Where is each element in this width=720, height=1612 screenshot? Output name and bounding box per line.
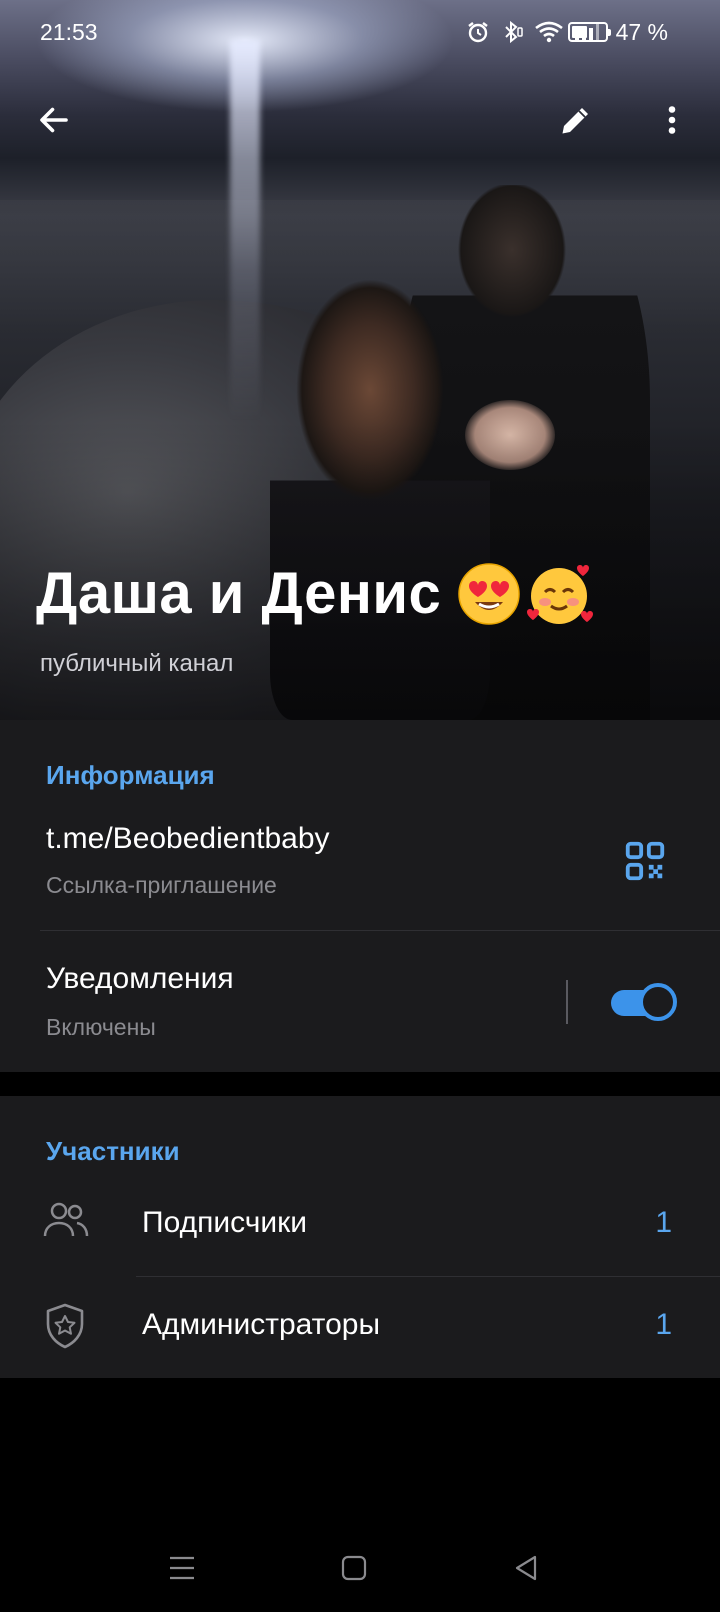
people-icon <box>43 1202 89 1237</box>
pencil-icon <box>562 108 588 134</box>
qr-code-icon <box>625 841 665 881</box>
members-section-header: Участники <box>46 1136 180 1166</box>
battery-percent: 47 % <box>615 19 668 45</box>
more-vertical-icon <box>668 106 676 134</box>
home-button[interactable] <box>324 1538 384 1598</box>
qr-code-button[interactable] <box>622 838 668 884</box>
administrators-label: Администраторы <box>142 1308 381 1341</box>
edit-button[interactable] <box>548 92 604 148</box>
more-options-button[interactable] <box>644 92 700 148</box>
subscribers-label: Подписчики <box>142 1206 308 1239</box>
info-section-header: Информация <box>46 760 215 790</box>
back-arrow-icon <box>40 107 68 133</box>
menu-icon <box>170 1556 194 1580</box>
menu-button[interactable] <box>152 1538 212 1598</box>
battery-icon <box>568 22 611 42</box>
status-time: 21:53 <box>40 19 98 45</box>
channel-type: публичный канал <box>40 650 234 677</box>
photo-light-beam <box>230 40 260 420</box>
notifications-status: Включены <box>46 1014 156 1040</box>
system-navigation-bar <box>0 1520 720 1612</box>
channel-title: Даша и Денис <box>36 560 597 627</box>
administrators-row[interactable]: Администраторы 1 <box>0 1278 720 1378</box>
bluetooth-icon <box>505 20 523 44</box>
back-button[interactable] <box>26 92 82 148</box>
alarm-icon <box>468 22 488 43</box>
invite-link[interactable]: t.me/Beobedientbaby <box>46 822 330 856</box>
info-divider <box>40 930 720 931</box>
invite-link-caption: Ссылка-приглашение <box>46 872 277 898</box>
subscribers-row[interactable]: Подписчики 1 <box>0 1176 720 1276</box>
notifications-toggle[interactable] <box>611 982 677 1022</box>
subscribers-count: 1 <box>655 1206 672 1239</box>
invite-link-row[interactable]: t.me/Beobedientbaby Ссылка-приглашение <box>0 800 720 930</box>
channel-name: Даша и Денис <box>36 561 442 626</box>
home-icon <box>341 1555 367 1581</box>
heart-eyes-emoji <box>458 562 521 625</box>
wifi-icon <box>535 21 563 43</box>
notifications-title: Уведомления <box>46 962 234 995</box>
toggle-knob <box>639 983 677 1021</box>
notifications-separator <box>566 980 568 1024</box>
shield-star-icon <box>46 1303 84 1349</box>
back-triangle-icon <box>515 1555 537 1581</box>
administrators-count: 1 <box>655 1308 672 1341</box>
smiling-face-with-hearts-emoji <box>527 564 594 624</box>
members-divider <box>136 1276 720 1277</box>
status-bar: 21:53 47 % <box>0 0 720 64</box>
back-nav-button[interactable] <box>496 1538 556 1598</box>
